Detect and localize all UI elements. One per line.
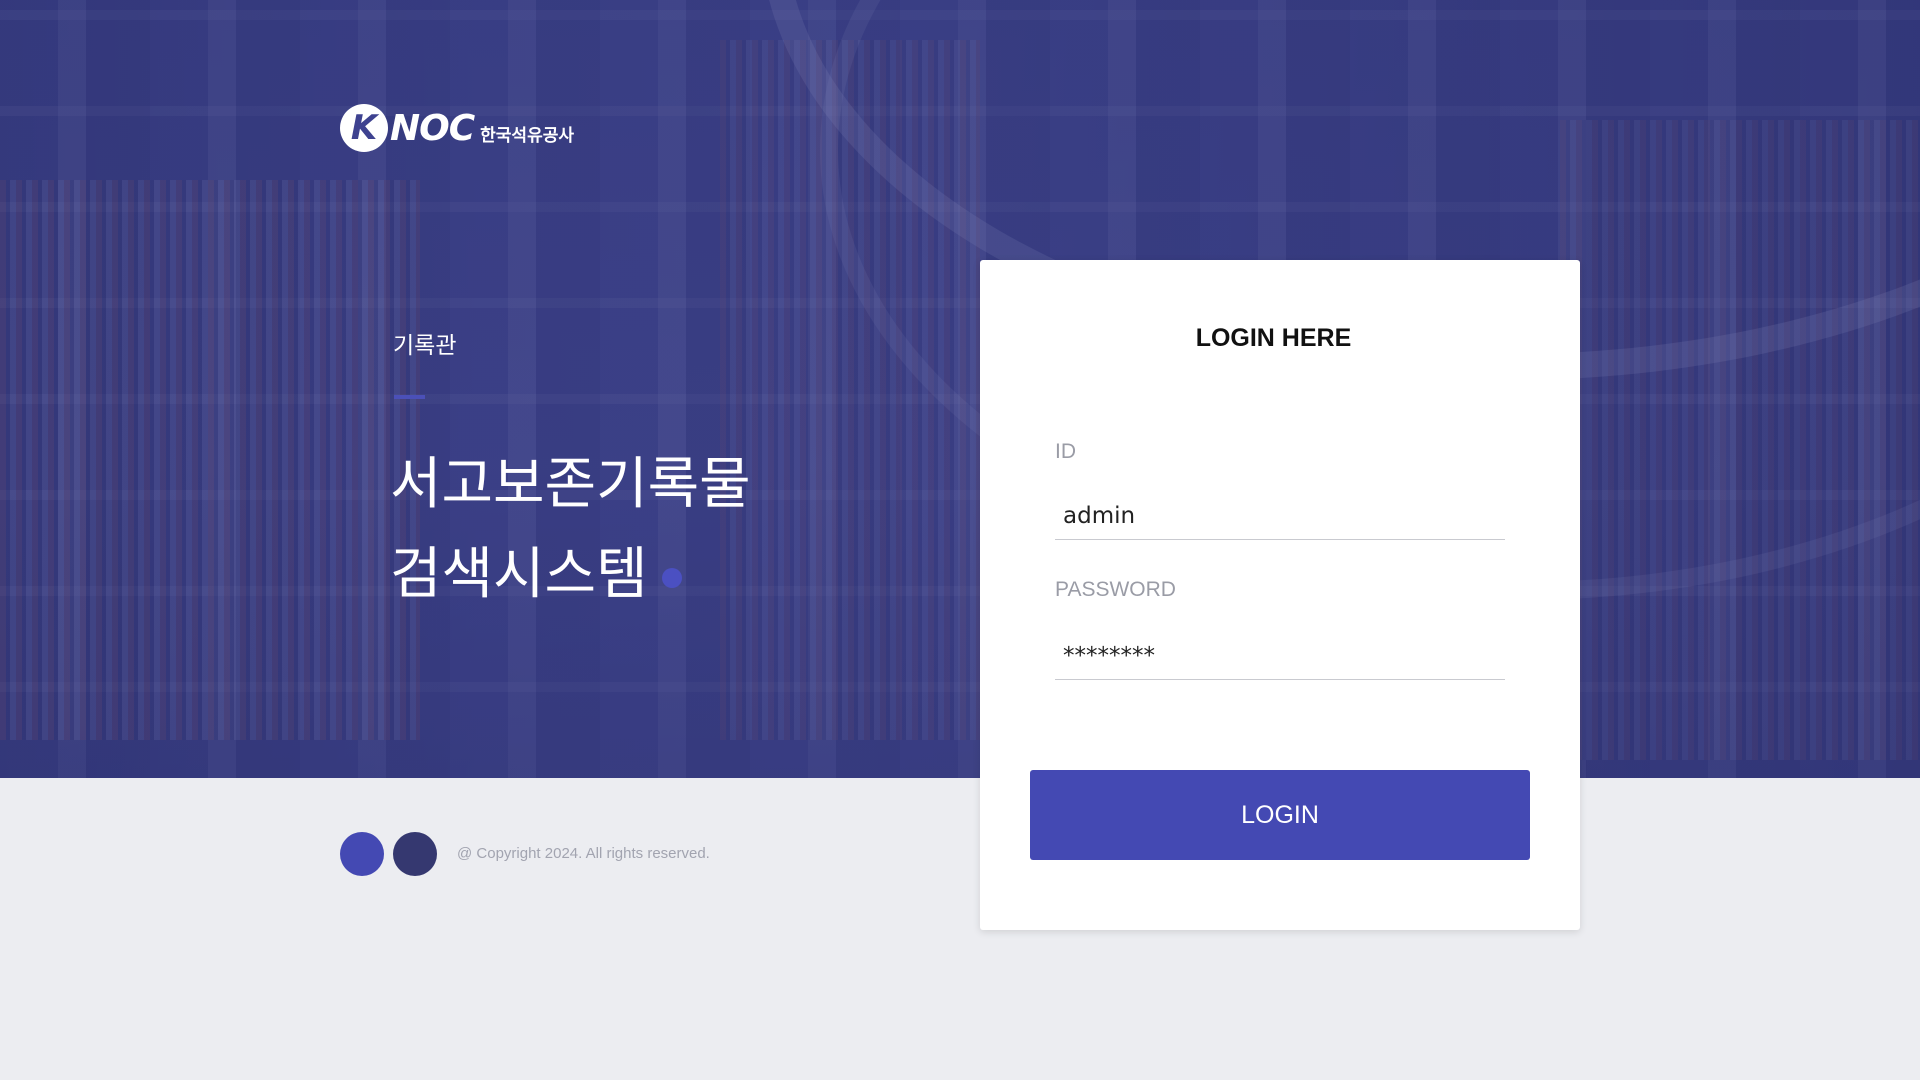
footer-dot-icon	[340, 832, 384, 876]
hero-color-overlay	[0, 0, 1920, 778]
page-title-line1: 서고보존기록물	[390, 452, 751, 517]
subtitle-underline	[394, 395, 425, 399]
password-label: PASSWORD	[1055, 578, 1176, 601]
page-title: 서고보존기록물 검색시스템	[390, 440, 751, 620]
logo-korean-text: 한국석유공사	[480, 125, 574, 146]
page-title-line2-wrapper: 검색시스템	[390, 530, 751, 620]
password-input[interactable]	[1055, 632, 1505, 680]
footer-dot-icon	[393, 832, 437, 876]
logo-text: NOC	[390, 107, 475, 149]
section-subtitle: 기록관	[393, 333, 457, 359]
copyright-text: @ Copyright 2024. All rights reserved.	[457, 845, 710, 862]
login-card: LOGIN HERE ID PASSWORD LOGIN	[980, 260, 1580, 930]
id-input[interactable]	[1055, 492, 1505, 540]
login-button[interactable]: LOGIN	[1030, 770, 1530, 860]
footer-dots	[340, 832, 446, 876]
hero-background: K NOC 한국석유공사 기록관 서고보존기록물 검색시스템	[0, 0, 1920, 778]
title-dot-icon	[661, 567, 682, 588]
login-heading: LOGIN HERE	[1195, 324, 1352, 352]
page-title-line2: 검색시스템	[390, 542, 648, 607]
id-label: ID	[1055, 440, 1076, 463]
logo-mark-icon: K	[340, 104, 388, 152]
knoc-logo[interactable]: K NOC 한국석유공사	[340, 104, 574, 152]
